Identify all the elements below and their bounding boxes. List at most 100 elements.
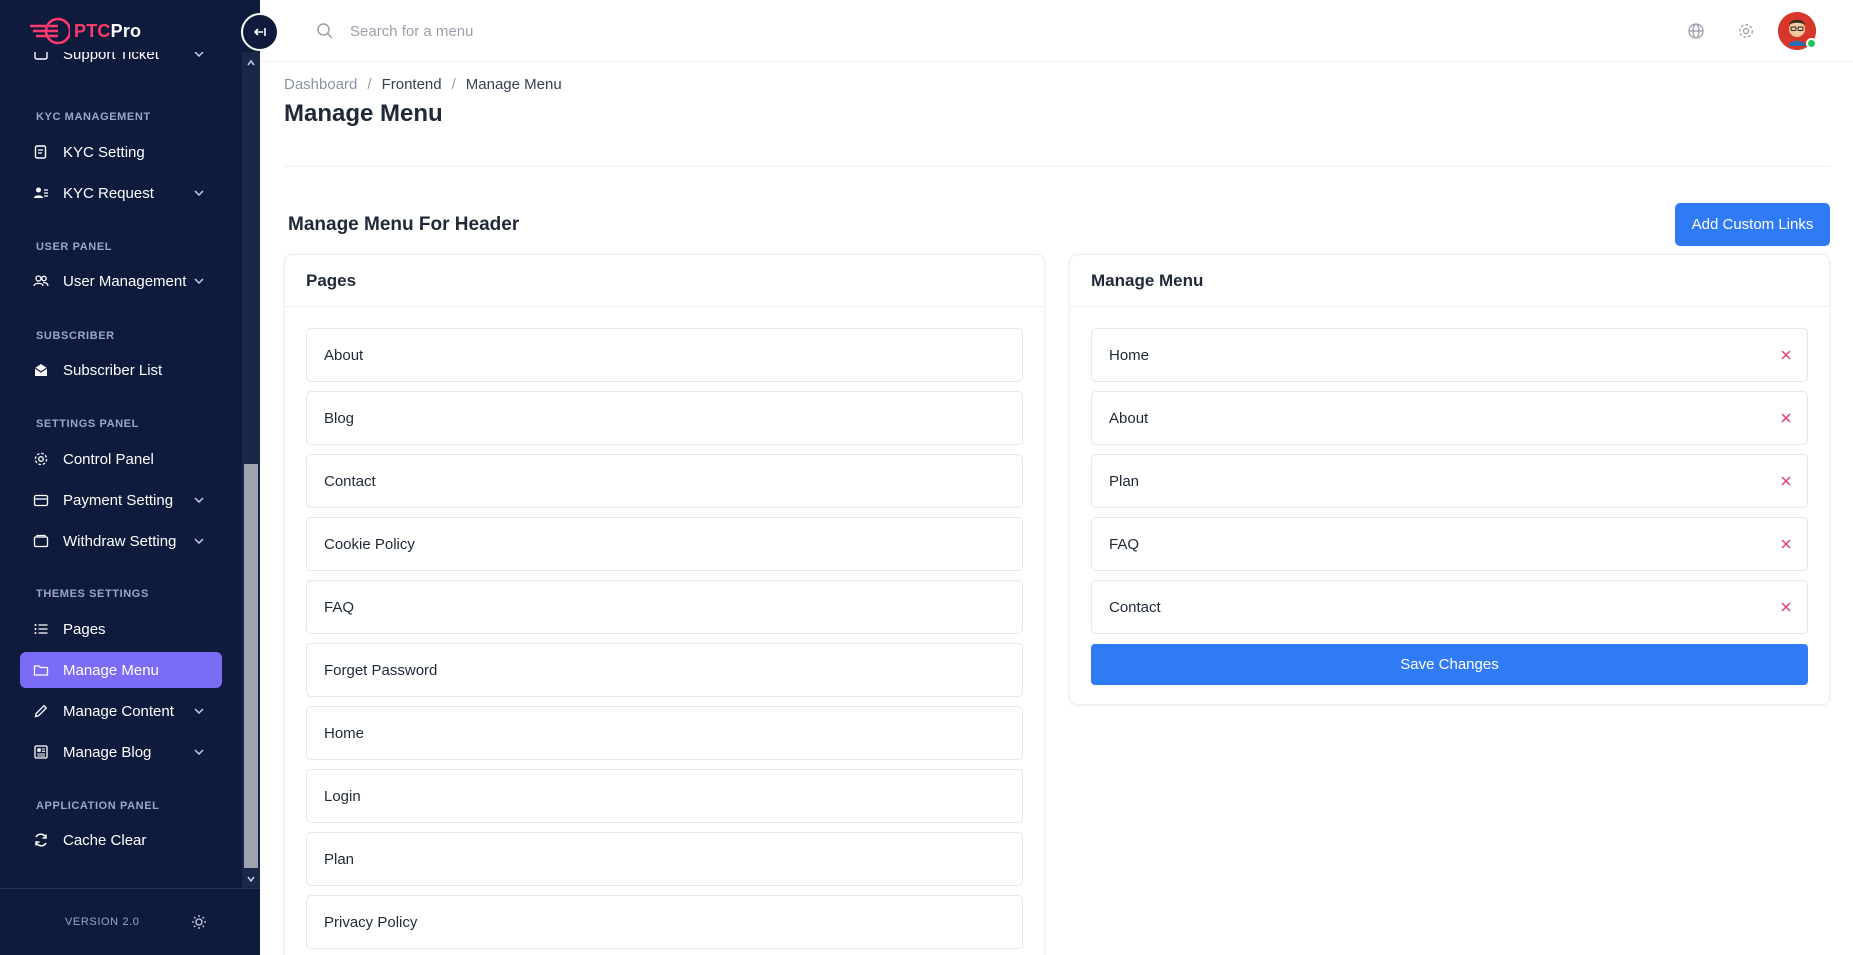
gear-icon (32, 450, 50, 468)
chevron-down-icon (194, 278, 204, 285)
kyc-setting-icon (32, 143, 50, 161)
sidebar-item-cache-clear[interactable]: Cache Clear (20, 822, 222, 858)
save-changes-button[interactable]: Save Changes (1091, 644, 1808, 685)
sidebar-item-label: User Management (63, 272, 187, 290)
menu-item-home[interactable]: Home (1091, 328, 1808, 382)
gear-icon[interactable] (1737, 22, 1755, 40)
remove-x-icon[interactable] (1779, 474, 1793, 488)
pages-card: Pages About Blog Contact Cookie Policy F… (284, 254, 1045, 955)
page-item-about[interactable]: About (306, 328, 1023, 382)
menu-item-contact[interactable]: Contact (1091, 580, 1808, 634)
remove-x-icon[interactable] (1779, 348, 1793, 362)
sidebar-nav: Support Ticket KYC MANAGEMENT KYC Settin… (0, 52, 242, 888)
chevron-down-icon (194, 52, 204, 58)
chevron-down-icon (194, 749, 204, 756)
section-title-kyc: KYC MANAGEMENT (36, 111, 151, 123)
manage-menu-card: Manage Menu Home About Plan FAQ Contact … (1069, 254, 1830, 705)
sidebar-item-label: Cache Clear (63, 831, 147, 849)
sidebar-item-payment-setting[interactable]: Payment Setting (20, 482, 222, 518)
scroll-up-arrow-icon[interactable] (246, 58, 256, 68)
online-status-dot (1806, 38, 1817, 49)
ticket-icon (32, 52, 50, 63)
sidebar-item-label: Manage Menu (63, 661, 159, 679)
sidebar-item-label: Support Ticket (63, 52, 159, 63)
page-item-faq[interactable]: FAQ (306, 580, 1023, 634)
brand-name-part1: PTC (74, 20, 111, 41)
sidebar-item-pages[interactable]: Pages (20, 611, 222, 647)
user-list-icon (32, 184, 50, 202)
sidebar-item-manage-content[interactable]: Manage Content (20, 693, 222, 729)
page-title: Manage Menu (284, 100, 443, 127)
sidebar-item-support-ticket[interactable]: Support Ticket (20, 52, 222, 72)
page-item-cookie-policy[interactable]: Cookie Policy (306, 517, 1023, 571)
sidebar: PTCPro Support Ticket KYC MANAGEMENT KYC… (0, 0, 260, 955)
menu-item-plan[interactable]: Plan (1091, 454, 1808, 508)
divider (284, 166, 1830, 167)
user-avatar[interactable] (1778, 12, 1817, 50)
chevron-down-icon (194, 497, 204, 504)
chevron-down-icon (194, 538, 204, 545)
sidebar-scrollbar[interactable] (242, 52, 260, 888)
section-title-settings-panel: SETTINGS PANEL (36, 418, 139, 430)
remove-x-icon[interactable] (1779, 411, 1793, 425)
page-item-privacy-policy[interactable]: Privacy Policy (306, 895, 1023, 949)
section-title: Manage Menu For Header (288, 214, 520, 235)
collapse-arrow-icon (253, 28, 266, 36)
sidebar-item-control-panel[interactable]: Control Panel (20, 441, 222, 477)
add-custom-links-button[interactable]: Add Custom Links (1675, 203, 1830, 246)
sidebar-item-kyc-setting[interactable]: KYC Setting (20, 134, 222, 170)
sidebar-item-kyc-request[interactable]: KYC Request (20, 175, 222, 211)
breadcrumb-current: Manage Menu (465, 76, 562, 93)
sidebar-item-manage-menu[interactable]: Manage Menu (20, 652, 222, 688)
refresh-icon (32, 831, 50, 849)
menu-item-faq[interactable]: FAQ (1091, 517, 1808, 571)
logo-icon (30, 17, 70, 45)
page-item-contact[interactable]: Contact (306, 454, 1023, 508)
list-icon (32, 620, 50, 638)
menu-item-label: Plan (1109, 472, 1140, 490)
pencil-icon (32, 702, 50, 720)
folder-open-icon (32, 661, 50, 679)
main-content: Dashboard / Frontend / Manage Menu Manag… (260, 62, 1853, 955)
page-item-forget-password[interactable]: Forget Password (306, 643, 1023, 697)
menu-item-about[interactable]: About (1091, 391, 1808, 445)
sidebar-item-label: Withdraw Setting (63, 532, 177, 550)
page-item-login[interactable]: Login (306, 769, 1023, 823)
breadcrumb-frontend[interactable]: Frontend (382, 76, 442, 93)
brand-name-part2: Pro (110, 20, 142, 41)
sidebar-item-label: Payment Setting (63, 491, 174, 509)
globe-icon[interactable] (1687, 22, 1705, 40)
sun-icon[interactable] (191, 914, 207, 930)
sidebar-item-manage-blog[interactable]: Manage Blog (20, 734, 222, 770)
chevron-down-icon (194, 190, 204, 197)
page-item-plan[interactable]: Plan (306, 832, 1023, 886)
scrollbar-thumb[interactable] (244, 464, 258, 868)
sidebar-item-label: Manage Content (63, 702, 174, 720)
sidebar-item-withdraw-setting[interactable]: Withdraw Setting (20, 523, 222, 559)
section-title-themes-settings: THEMES SETTINGS (36, 588, 149, 600)
remove-x-icon[interactable] (1779, 600, 1793, 614)
brand-logo[interactable]: PTCPro (28, 10, 141, 52)
menu-item-label: Contact (1109, 598, 1161, 616)
chevron-down-icon (194, 708, 204, 715)
sidebar-item-label: KYC Setting (63, 143, 145, 161)
topbar (260, 0, 1853, 62)
scroll-down-arrow-icon[interactable] (246, 874, 256, 884)
page-item-blog[interactable]: Blog (306, 391, 1023, 445)
section-title-subscriber: SUBSCRIBER (36, 330, 115, 342)
sidebar-item-subscriber-list[interactable]: Subscriber List (20, 352, 222, 388)
search-icon (317, 23, 333, 39)
page-item-home[interactable]: Home (306, 706, 1023, 760)
menu-item-label: FAQ (1109, 535, 1140, 553)
remove-x-icon[interactable] (1779, 537, 1793, 551)
sidebar-collapse-button[interactable] (241, 13, 279, 51)
sidebar-item-label: Manage Blog (63, 743, 152, 761)
manage-menu-card-title: Manage Menu (1070, 255, 1829, 307)
breadcrumb-separator: / (451, 76, 456, 93)
search-input[interactable] (350, 16, 850, 46)
section-title-user-panel: USER PANEL (36, 241, 113, 253)
brand-name: PTCPro (74, 21, 141, 42)
sidebar-item-user-management[interactable]: User Management (20, 263, 222, 299)
sidebar-item-label: KYC Request (63, 184, 154, 202)
breadcrumb-dashboard[interactable]: Dashboard (284, 76, 357, 93)
